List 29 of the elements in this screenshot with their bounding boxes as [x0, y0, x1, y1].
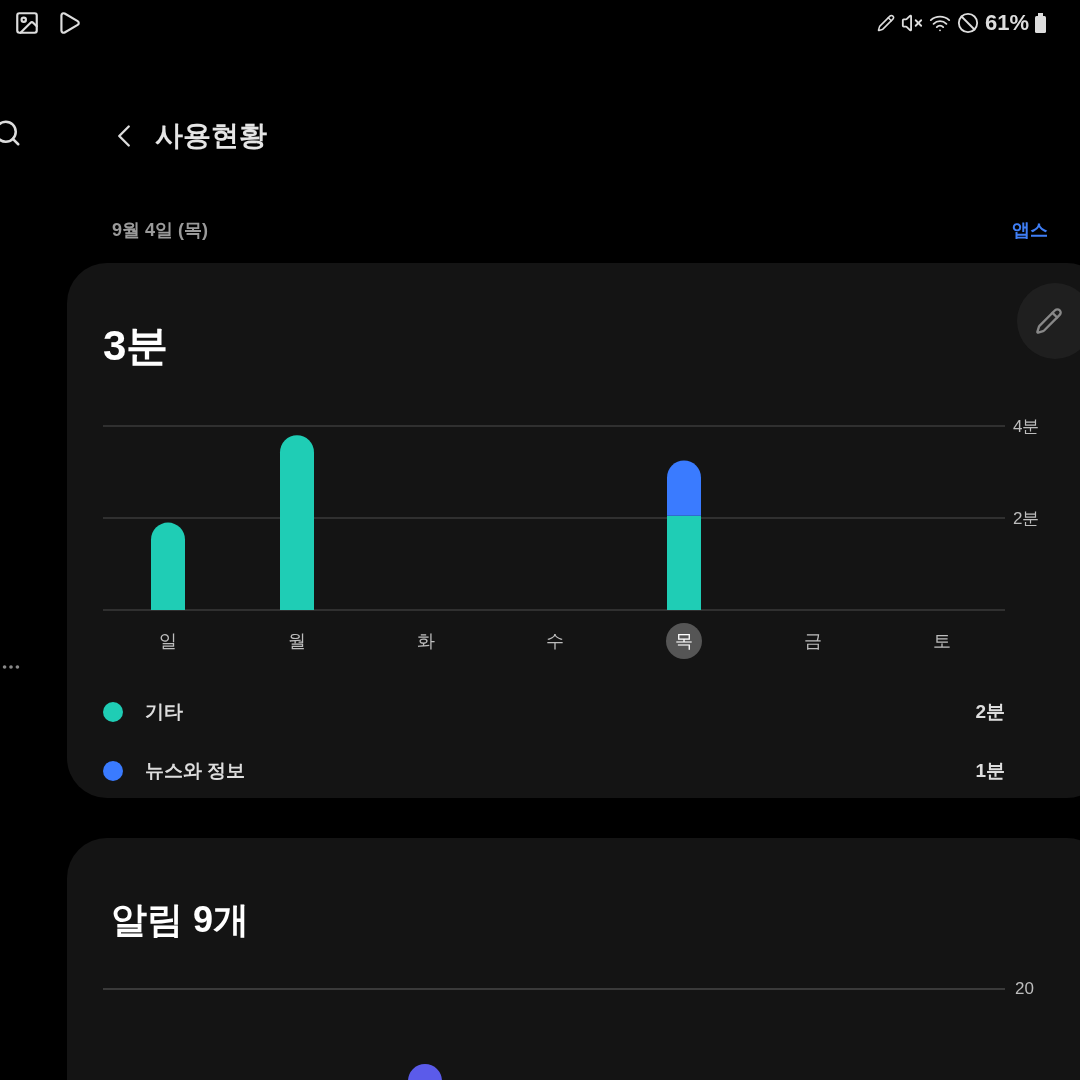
- day-label[interactable]: 목: [675, 631, 693, 651]
- day-label[interactable]: 화: [417, 631, 435, 651]
- day-label[interactable]: 월: [288, 631, 306, 651]
- edit-icon: [1035, 307, 1063, 335]
- day-label[interactable]: 금: [804, 631, 822, 651]
- axis-tick-label: 20: [1015, 978, 1034, 1000]
- battery-icon: [1035, 12, 1046, 33]
- edit-button[interactable]: [1017, 283, 1080, 359]
- day-label[interactable]: 일: [159, 631, 177, 651]
- axis-tick-label: 4분: [1013, 417, 1040, 436]
- selected-day-marker: [666, 623, 702, 659]
- total-time: 3분: [103, 325, 169, 367]
- day-label[interactable]: 토: [933, 631, 951, 651]
- chart-bar: [408, 1063, 442, 1080]
- date-label: 9월 4일 (목): [112, 218, 208, 242]
- legend-label: 기타: [145, 700, 183, 724]
- page-title: 사용현황: [155, 119, 267, 153]
- legend-value: 1분: [975, 758, 1005, 783]
- legend-label: 뉴스와 정보: [145, 758, 246, 783]
- apps-link[interactable]: 앱스: [1012, 216, 1048, 244]
- notifications-title: 알림 9개: [111, 902, 250, 938]
- axis-tick-label: 2분: [1013, 509, 1040, 528]
- gallery-icon: [14, 9, 40, 36]
- battery-percentage: 61%: [984, 9, 1029, 37]
- legend-value: 2분: [975, 700, 1005, 724]
- pen-icon: [876, 13, 895, 32]
- day-label[interactable]: 수: [546, 631, 564, 651]
- search-icon[interactable]: [0, 118, 22, 148]
- block-icon: [956, 11, 979, 34]
